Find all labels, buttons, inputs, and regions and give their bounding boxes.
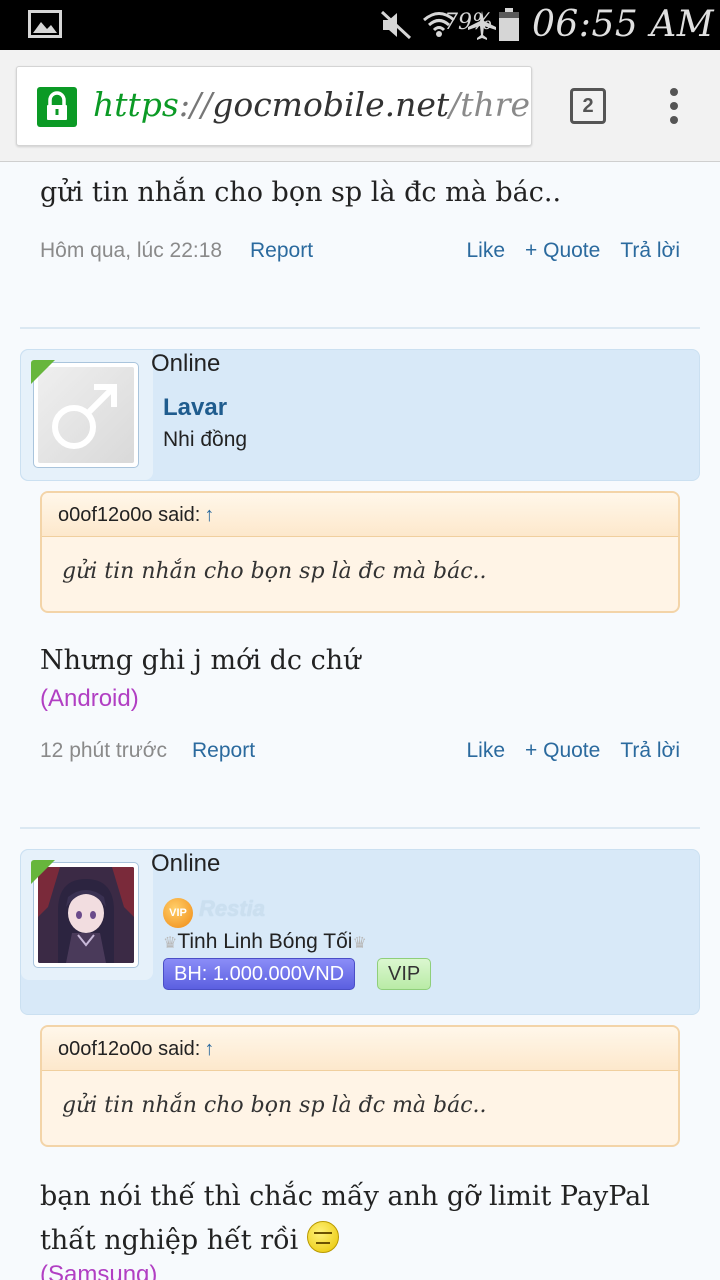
- user-title: ♛Tinh Linh Bóng Tối♛: [163, 930, 367, 953]
- browser-toolbar: https://gocmobile.net/threa 2: [0, 50, 720, 162]
- quote-link[interactable]: + Quote: [525, 239, 600, 263]
- guarantee-badge: BH: 1.000.000VND: [163, 958, 356, 990]
- like-link[interactable]: Like: [466, 739, 505, 763]
- post-divider: [20, 327, 700, 329]
- vip-tag: VIP: [377, 958, 432, 990]
- url-bar[interactable]: https://gocmobile.net/threa: [16, 66, 532, 146]
- report-link[interactable]: Report: [250, 239, 313, 263]
- lock-icon: [37, 87, 77, 127]
- like-link[interactable]: Like: [466, 239, 505, 263]
- battery-percent: 79%: [444, 10, 493, 35]
- post-time: 12 phút trước: [40, 739, 168, 762]
- device-tag: (Samsung): [40, 1261, 158, 1280]
- online-indicator: [31, 860, 55, 884]
- thread-content: gửi tin nhắn cho bọn sp là đc mà bác.. H…: [0, 163, 720, 1280]
- jump-to-quote-icon[interactable]: ↑: [204, 1038, 214, 1060]
- overflow-menu-icon[interactable]: [666, 88, 682, 124]
- online-label: Online: [151, 850, 221, 877]
- quote-author: o0of12o0o said:: [58, 504, 201, 526]
- clock: 06:55 AM: [532, 4, 715, 45]
- quote-text: gửi tin nhắn cho bọn sp là đc mà bác..: [62, 559, 487, 584]
- user-title: Nhi đồng: [163, 428, 248, 451]
- report-link[interactable]: Report: [192, 739, 255, 763]
- post-meta: 12 phút trước Report Like + Quote Trả lờ…: [40, 739, 680, 769]
- quote-text: gửi tin nhắn cho bọn sp là đc mà bác..: [62, 1093, 487, 1118]
- quote-author: o0of12o0o said:: [58, 1038, 201, 1060]
- reply-link[interactable]: Trả lời: [620, 239, 680, 263]
- reply-link[interactable]: Trả lời: [620, 739, 680, 763]
- status-bar: 79% 06:55 AM: [0, 0, 720, 50]
- vip-badge-icon: VIP: [163, 898, 193, 928]
- post-time: Hôm qua, lúc 22:18: [40, 239, 223, 262]
- device-tag: (Android): [40, 685, 139, 712]
- online-indicator: [31, 360, 55, 384]
- quote-link[interactable]: + Quote: [525, 739, 600, 763]
- post-message: Nhưng ghi j mới dc chứ: [40, 645, 361, 676]
- post-meta: Hôm qua, lúc 22:18 Report Like + Quote T…: [40, 239, 680, 269]
- crown-icon: ♛: [163, 935, 178, 952]
- jump-to-quote-icon[interactable]: ↑: [204, 504, 214, 526]
- gallery-icon: [28, 10, 62, 38]
- mute-icon: [380, 10, 412, 40]
- username[interactable]: Restia: [199, 896, 265, 922]
- post-message: bạn nói thế thì chắc mấy anh gỡ limit Pa…: [40, 1181, 650, 1256]
- user-info-box: Online Lavar Nhi đồng: [20, 349, 700, 481]
- username[interactable]: Lavar: [163, 394, 227, 422]
- crown-icon: ♛: [352, 935, 367, 952]
- post-message: gửi tin nhắn cho bọn sp là đc mà bác..: [40, 177, 562, 208]
- online-label: Online: [151, 350, 221, 377]
- quote-block: o0of12o0o said: ↑ gửi tin nhắn cho bọn sp…: [40, 1025, 680, 1147]
- quote-header: o0of12o0o said: ↑: [42, 493, 678, 537]
- user-info-box: Online VIP Restia ♛Tinh Linh Bóng Tối♛ B…: [20, 849, 700, 1015]
- battery-icon: [499, 8, 519, 41]
- url-text[interactable]: https://gocmobile.net/threa: [93, 85, 531, 124]
- quote-block: o0of12o0o said: ↑ gửi tin nhắn cho bọn sp…: [40, 491, 680, 613]
- tab-switcher-button[interactable]: 2: [570, 88, 606, 124]
- quote-header: o0of12o0o said: ↑: [42, 1027, 678, 1071]
- expressionless-emoji-icon: [306, 1221, 339, 1253]
- post-divider: [20, 827, 700, 829]
